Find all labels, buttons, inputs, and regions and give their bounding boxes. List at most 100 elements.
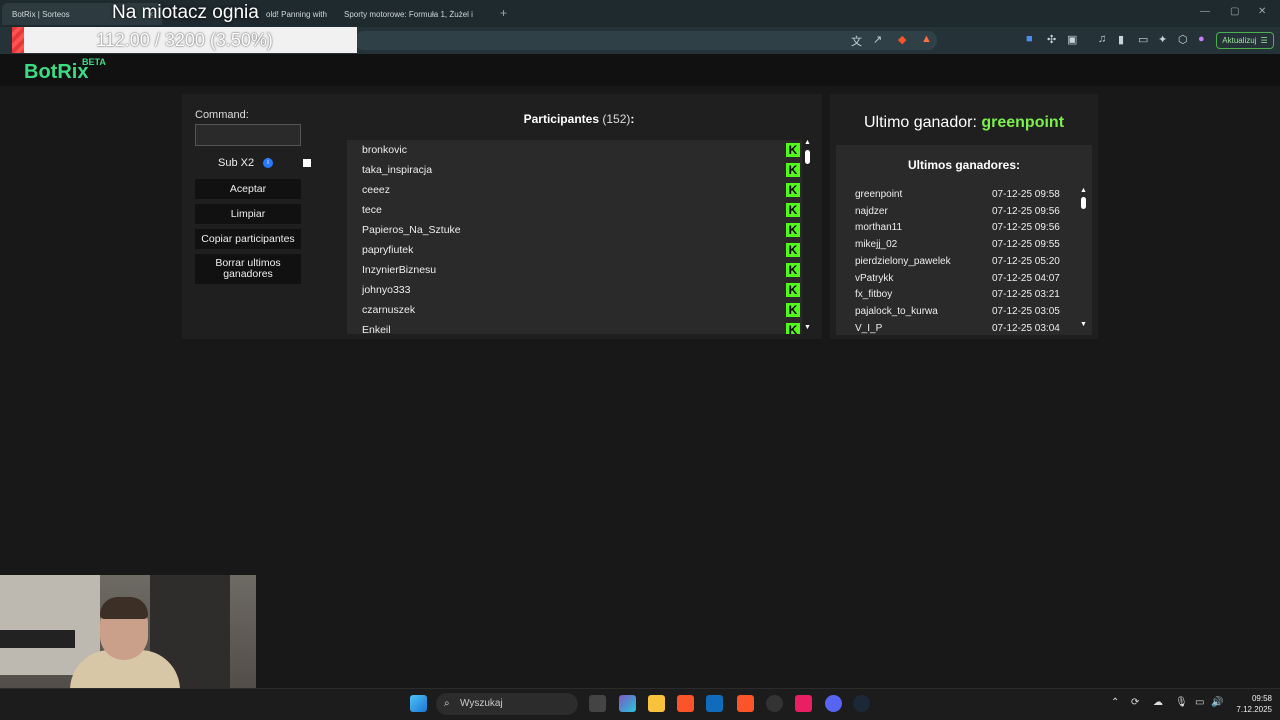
goal-progress-text: 112.00 / 3200 (3.50%)	[96, 30, 273, 50]
goal-title: Na miotacz ognia	[112, 2, 259, 23]
mic-icon[interactable]: 🎙	[1175, 697, 1188, 708]
translate-icon[interactable]: 文	[851, 33, 862, 49]
clock-time: 09:58	[1251, 694, 1272, 703]
copy-participants-button[interactable]: Copiar participantes	[195, 229, 301, 249]
winner-row: greenpoint 07-12-25 09:58	[855, 187, 1075, 203]
app-header	[0, 54, 1280, 86]
scroll-thumb[interactable]	[805, 150, 810, 164]
cloud-icon[interactable]: ☁	[1153, 697, 1163, 708]
streamer-hair	[100, 597, 148, 619]
clear-last-winners-button[interactable]: Borrar ultimos ganadores	[195, 254, 301, 284]
scroll-thumb[interactable]	[1081, 197, 1086, 209]
app-icon[interactable]	[795, 695, 812, 712]
sync-icon[interactable]: ⟳	[1131, 697, 1139, 708]
store-icon[interactable]	[706, 695, 723, 712]
info-icon[interactable]: i	[263, 158, 273, 168]
kick-icon: K	[786, 303, 800, 317]
participants-list[interactable]: bronkovic Ktaka_inspiracja Kceeez Ktece K Pap…	[347, 140, 802, 334]
scroll-down-icon[interactable]: ▼	[1080, 321, 1087, 328]
participants-title: Participantes (152):	[346, 112, 812, 126]
brave-icon[interactable]	[677, 695, 694, 712]
beta-badge: BETA	[82, 57, 106, 67]
winner-name: fx_fitboy	[855, 289, 893, 301]
clear-button[interactable]: Limpiar	[195, 204, 301, 224]
start-icon[interactable]	[410, 695, 427, 712]
taskbar-search[interactable]: Wyszukaj	[436, 693, 578, 715]
participant-row: tece K	[362, 200, 800, 220]
winner-row: pajalock_to_kurwa 07-12-25 03:05	[855, 304, 1075, 320]
maximize-icon[interactable]: ▢	[1230, 6, 1239, 17]
last-winner-label: Ultimo ganador:	[863, 114, 977, 131]
scroll-up-icon[interactable]: ▲	[804, 139, 811, 146]
accept-button[interactable]: Aceptar	[195, 179, 301, 199]
puzzle-icon[interactable]: ✣	[1047, 33, 1056, 46]
extension-icon[interactable]: ■	[1026, 33, 1033, 45]
share-icon[interactable]: ↗	[873, 33, 882, 46]
participant-name: taka_inspiracja	[362, 164, 433, 176]
winner-date: 07-12-25 04:07	[992, 272, 1060, 284]
brave-shield-icon[interactable]: ◆	[898, 33, 906, 46]
winner-name: mikejj_02	[855, 239, 898, 251]
last-winner-name: greenpoint	[981, 114, 1065, 131]
brave-active-icon[interactable]	[737, 695, 754, 712]
last-winners-title: Ultimos ganadores:	[907, 158, 1021, 172]
obs-icon[interactable]	[766, 695, 783, 712]
music-icon[interactable]: ♫	[1098, 33, 1106, 45]
scroll-down-icon[interactable]: ▼	[804, 324, 811, 331]
display-icon[interactable]: ▭	[1195, 697, 1204, 708]
new-tab-icon[interactable]: +	[500, 6, 507, 20]
participant-name: czarnuszek	[362, 304, 416, 316]
kick-icon: K	[786, 203, 800, 217]
participant-row: papryfiutek K	[362, 240, 800, 260]
file-explorer-icon[interactable]	[648, 695, 665, 712]
scroll-up-icon[interactable]: ▲	[1080, 187, 1087, 194]
participant-row: czarnuszek K	[362, 300, 800, 320]
tab-search-icon[interactable]: ▣	[1067, 33, 1077, 46]
url-field[interactable]	[355, 31, 937, 50]
kick-icon: K	[786, 323, 800, 334]
leo-icon[interactable]: ✦	[1158, 33, 1167, 46]
rewards-icon[interactable]: ▲	[921, 33, 932, 45]
last-winners-list[interactable]: Ultimos ganadores: ▲ ▼ greenpoint 07-12-2…	[836, 145, 1092, 335]
profile-icon[interactable]: ●	[1198, 33, 1205, 45]
clock-date: 7.12.2025	[1236, 705, 1272, 714]
sidebar-icon[interactable]: ▮	[1118, 33, 1124, 46]
participant-row: Enkeil K	[362, 320, 800, 334]
kick-icon: K	[786, 183, 800, 197]
kick-icon: K	[786, 143, 800, 157]
vpn-icon[interactable]: ⬡	[1178, 33, 1188, 46]
winner-row: fx_fitboy 07-12-25 03:21	[855, 287, 1075, 303]
winner-row: najdzer 07-12-25 09:56	[855, 204, 1075, 220]
participant-name: Papieros_Na_Sztuke	[362, 224, 461, 236]
volume-icon[interactable]: 🔊	[1211, 697, 1223, 708]
participants-count: (152)	[602, 112, 631, 126]
close-window-icon[interactable]: ✕	[1258, 6, 1266, 17]
menu-icon: ☰	[1260, 36, 1268, 45]
botrix-logo[interactable]: BotRix	[24, 61, 88, 84]
winner-row: pierdzielony_pawelek 07-12-25 05:20	[855, 254, 1075, 270]
wallet-icon[interactable]: ▭	[1138, 33, 1148, 46]
command-input[interactable]	[195, 124, 301, 146]
update-button[interactable]: Aktualizuj ☰	[1216, 32, 1274, 49]
steam-icon[interactable]	[853, 695, 870, 712]
task-view-icon[interactable]	[589, 695, 606, 712]
taskbar-clock[interactable]: 09:58 7.12.2025	[1226, 693, 1272, 715]
copilot-icon[interactable]	[619, 695, 636, 712]
winner-name: morthan11	[855, 222, 903, 234]
taskbar	[0, 688, 1280, 720]
tray-chevron-icon[interactable]: ⌃	[1111, 697, 1119, 708]
sub-x2-checkbox[interactable]	[303, 159, 311, 167]
participants-scrollbar[interactable]: ▲ ▼	[803, 139, 811, 334]
minimize-icon[interactable]: —	[1200, 6, 1210, 17]
discord-icon[interactable]	[825, 695, 842, 712]
winner-name: najdzer	[855, 205, 888, 217]
participant-row: taka_inspiracja K	[362, 160, 800, 180]
tab-sporty[interactable]: Sporty motorowe: Formuła 1, Żużel i	[334, 3, 494, 25]
winner-row: morthan11 07-12-25 09:56	[855, 220, 1075, 236]
winner-date: 07-12-25 03:21	[992, 289, 1060, 301]
winner-name: pajalock_to_kurwa	[855, 305, 938, 317]
participant-name: papryfiutek	[362, 244, 414, 256]
goal-progress-bar: 112.00 / 3200 (3.50%)	[12, 27, 357, 53]
participant-row: Papieros_Na_Sztuke K	[362, 220, 800, 240]
participant-row: InzynierBiznesu K	[362, 260, 800, 280]
